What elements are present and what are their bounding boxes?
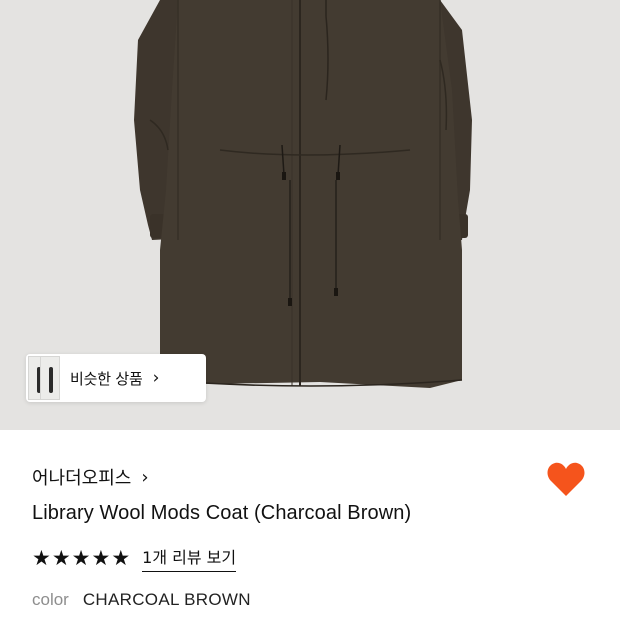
star-icon: ★ <box>91 545 111 570</box>
similar-products-label: 비슷한 상품 <box>70 369 143 388</box>
review-link[interactable]: 1개 리뷰 보기 <box>142 544 237 572</box>
thumbnail <box>40 356 60 400</box>
color-value: CHARCOAL BROWN <box>82 590 251 609</box>
product-title: Library Wool Mods Coat (Charcoal Brown) <box>32 502 412 524</box>
star-icon: ★ <box>71 545 91 570</box>
similar-products-button[interactable]: 비슷한 상품 › <box>26 354 206 402</box>
star-icon: ★ <box>51 545 71 570</box>
product-info: 어나더오피스 › Library Wool Mods Coat (Charcoa… <box>0 430 620 620</box>
rating-row: ★ ★ ★ ★ ★ 1개 리뷰 보기 <box>32 544 237 572</box>
chevron-right-icon: › <box>141 466 149 488</box>
brand-name: 어나더오피스 <box>32 468 132 489</box>
heart-icon[interactable] <box>546 460 586 498</box>
chevron-right-icon: › <box>152 368 160 388</box>
color-label: color <box>32 590 69 609</box>
star-rating: ★ ★ ★ ★ ★ <box>32 545 131 570</box>
product-image[interactable]: 비슷한 상품 › <box>0 0 620 430</box>
similar-products-thumbnails <box>26 354 60 402</box>
star-icon: ★ <box>32 545 51 570</box>
star-icon: ★ <box>111 545 131 570</box>
brand-link[interactable]: 어나더오피스 › <box>32 464 149 490</box>
color-option: color CHARCOAL BROWN <box>32 590 251 610</box>
